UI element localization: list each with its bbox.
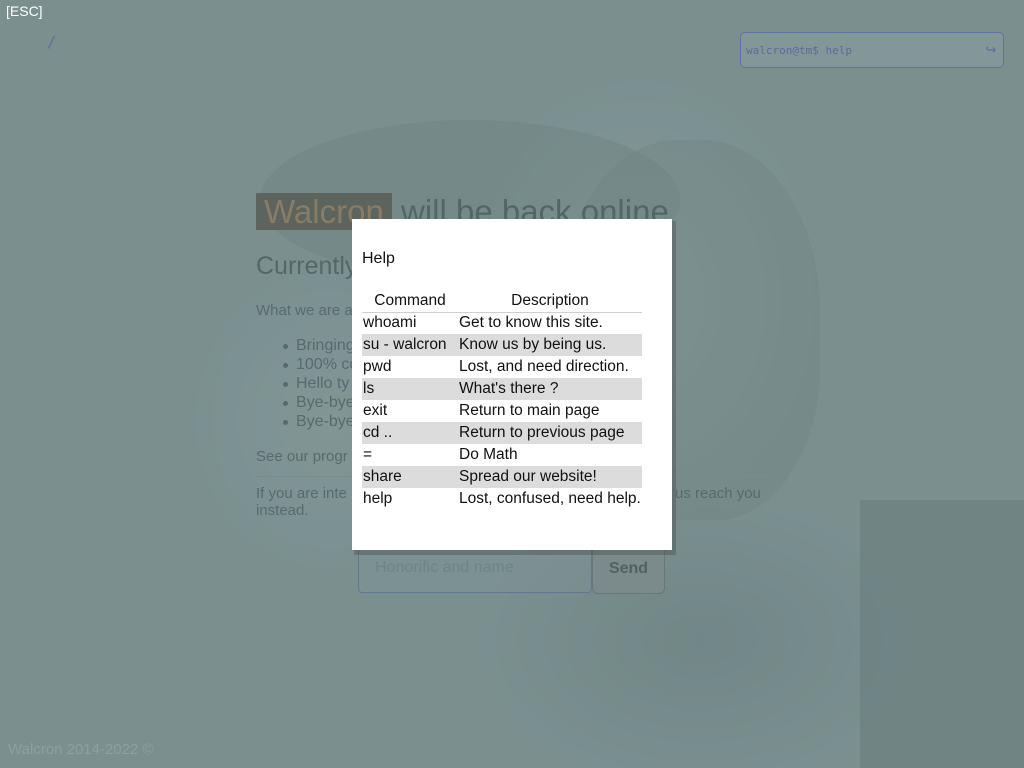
command-cell: share <box>362 466 458 488</box>
terminal-input[interactable] <box>741 33 979 67</box>
help-table: Command Description whoami Get to know t… <box>362 291 642 510</box>
command-cell: = <box>363 446 373 463</box>
description-cell: Return to previous page <box>458 422 642 444</box>
table-row: whoami Get to know this site. <box>362 312 642 334</box>
description-cell: Know us by being us. <box>458 334 642 356</box>
esc-button[interactable]: [ESC] <box>6 3 43 19</box>
table-row: = Do Math <box>362 444 642 466</box>
table-row: pwd Lost, and need direction. <box>362 356 642 378</box>
table-row: su - walcron Know us by being us. <box>362 334 642 356</box>
description-cell: Lost, and need direction. <box>459 358 629 375</box>
terminal-command-bar: ↪ <box>740 32 1004 68</box>
description-cell: Get to know this site. <box>459 314 603 332</box>
description-cell: What's there ? <box>458 378 642 400</box>
command-cell: exit <box>363 402 388 419</box>
command-cell: su - walcron <box>362 334 458 356</box>
command-cell: help <box>363 490 393 507</box>
description-cell: Lost, confused, need help. <box>459 490 641 507</box>
modal-title: Help <box>362 250 395 267</box>
help-modal: Help Command Description whoami Get to k… <box>352 219 672 550</box>
description-cell: Do Math <box>459 446 518 463</box>
description-cell: Return to main page <box>459 402 600 419</box>
table-row: help Lost, confused, need help. <box>362 488 642 510</box>
table-row: share Spread our website! <box>362 466 642 488</box>
enter-arrow-icon[interactable]: ↪ <box>979 42 1003 58</box>
table-row: cd .. Return to previous page <box>362 422 642 444</box>
current-path: / <box>47 33 57 51</box>
command-cell: whoami <box>363 314 417 332</box>
table-row: ls What's there ? <box>362 378 642 400</box>
command-cell: ls <box>362 378 458 400</box>
column-header-description: Description <box>458 291 642 313</box>
column-header-command: Command <box>362 291 458 313</box>
command-cell: cd .. <box>362 422 458 444</box>
description-cell: Spread our website! <box>458 466 642 488</box>
table-row: exit Return to main page <box>362 400 642 422</box>
table-header-row: Command Description <box>362 291 642 313</box>
command-cell: pwd <box>363 358 392 375</box>
